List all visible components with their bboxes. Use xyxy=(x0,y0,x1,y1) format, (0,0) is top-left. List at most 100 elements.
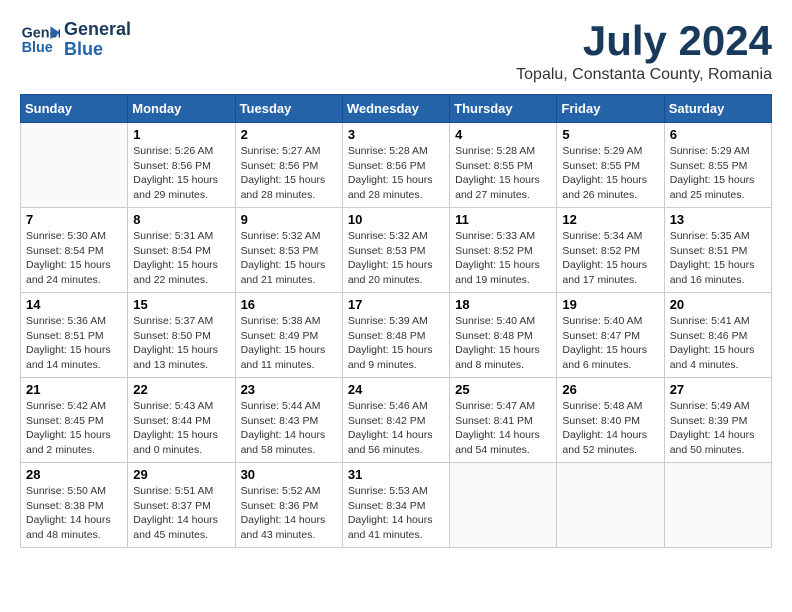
svg-text:Blue: Blue xyxy=(22,40,53,56)
calendar-cell: 31 Sunrise: 5:53 AMSunset: 8:34 PMDayligh… xyxy=(342,463,449,548)
week-row-4: 21 Sunrise: 5:42 AMSunset: 8:45 PMDayligh… xyxy=(21,378,772,463)
day-number: 16 xyxy=(241,297,337,312)
header-monday: Monday xyxy=(128,95,235,123)
day-info: Sunrise: 5:39 AMSunset: 8:48 PMDaylight:… xyxy=(348,314,444,373)
day-info: Sunrise: 5:32 AMSunset: 8:53 PMDaylight:… xyxy=(241,229,337,288)
calendar-cell: 13 Sunrise: 5:35 AMSunset: 8:51 PMDayligh… xyxy=(664,208,771,293)
calendar-cell: 16 Sunrise: 5:38 AMSunset: 8:49 PMDayligh… xyxy=(235,293,342,378)
day-info: Sunrise: 5:48 AMSunset: 8:40 PMDaylight:… xyxy=(562,399,658,458)
day-info: Sunrise: 5:43 AMSunset: 8:44 PMDaylight:… xyxy=(133,399,229,458)
calendar-header-row: SundayMondayTuesdayWednesdayThursdayFrid… xyxy=(21,95,772,123)
day-number: 26 xyxy=(562,382,658,397)
calendar-cell: 22 Sunrise: 5:43 AMSunset: 8:44 PMDayligh… xyxy=(128,378,235,463)
logo-line1: General xyxy=(64,20,131,40)
day-number: 8 xyxy=(133,212,229,227)
calendar-cell: 30Sunrise: 5:52 AMSunset: 8:36 PMDayligh… xyxy=(235,463,342,548)
day-number: 6 xyxy=(670,127,766,142)
calendar-cell: 2 Sunrise: 5:27 AMSunset: 8:56 PMDaylight… xyxy=(235,123,342,208)
day-number: 19 xyxy=(562,297,658,312)
day-number: 24 xyxy=(348,382,444,397)
calendar-cell: 14 Sunrise: 5:36 AMSunset: 8:51 PMDayligh… xyxy=(21,293,128,378)
day-info: Sunrise: 5:32 AMSunset: 8:53 PMDaylight:… xyxy=(348,229,444,288)
day-info: Sunrise: 5:28 AMSunset: 8:56 PMDaylight:… xyxy=(348,144,444,203)
calendar-cell: 19 Sunrise: 5:40 AMSunset: 8:47 PMDayligh… xyxy=(557,293,664,378)
header: General Blue General Blue July 2024 Topa… xyxy=(20,20,772,84)
day-number: 22 xyxy=(133,382,229,397)
day-number: 5 xyxy=(562,127,658,142)
calendar-cell: 7 Sunrise: 5:30 AMSunset: 8:54 PMDaylight… xyxy=(21,208,128,293)
day-number: 14 xyxy=(26,297,122,312)
calendar-cell xyxy=(450,463,557,548)
header-wednesday: Wednesday xyxy=(342,95,449,123)
month-year-title: July 2024 xyxy=(516,20,772,62)
day-info: Sunrise: 5:30 AMSunset: 8:54 PMDaylight:… xyxy=(26,229,122,288)
calendar-cell: 20Sunrise: 5:41 AMSunset: 8:46 PMDayligh… xyxy=(664,293,771,378)
day-info: Sunrise: 5:29 AMSunset: 8:55 PMDaylight:… xyxy=(562,144,658,203)
header-tuesday: Tuesday xyxy=(235,95,342,123)
day-info: Sunrise: 5:47 AMSunset: 8:41 PMDaylight:… xyxy=(455,399,551,458)
day-number: 17 xyxy=(348,297,444,312)
calendar-cell xyxy=(21,123,128,208)
logo-line2: Blue xyxy=(64,40,131,60)
day-number: 31 xyxy=(348,467,444,482)
calendar-cell: 28 Sunrise: 5:50 AMSunset: 8:38 PMDayligh… xyxy=(21,463,128,548)
week-row-2: 7 Sunrise: 5:30 AMSunset: 8:54 PMDaylight… xyxy=(21,208,772,293)
day-info: Sunrise: 5:40 AMSunset: 8:47 PMDaylight:… xyxy=(562,314,658,373)
week-row-1: 1Sunrise: 5:26 AMSunset: 8:56 PMDaylight… xyxy=(21,123,772,208)
day-info: Sunrise: 5:40 AMSunset: 8:48 PMDaylight:… xyxy=(455,314,551,373)
calendar-table: SundayMondayTuesdayWednesdayThursdayFrid… xyxy=(20,94,772,548)
day-info: Sunrise: 5:44 AMSunset: 8:43 PMDaylight:… xyxy=(241,399,337,458)
calendar-cell: 4Sunrise: 5:28 AMSunset: 8:55 PMDaylight… xyxy=(450,123,557,208)
logo: General Blue General Blue xyxy=(20,20,131,60)
day-number: 28 xyxy=(26,467,122,482)
day-info: Sunrise: 5:38 AMSunset: 8:49 PMDaylight:… xyxy=(241,314,337,373)
logo-icon: General Blue xyxy=(20,20,60,60)
day-number: 7 xyxy=(26,212,122,227)
calendar-cell: 5 Sunrise: 5:29 AMSunset: 8:55 PMDaylight… xyxy=(557,123,664,208)
calendar-cell: 6 Sunrise: 5:29 AMSunset: 8:55 PMDaylight… xyxy=(664,123,771,208)
day-info: Sunrise: 5:36 AMSunset: 8:51 PMDaylight:… xyxy=(26,314,122,373)
calendar-cell: 9 Sunrise: 5:32 AMSunset: 8:53 PMDaylight… xyxy=(235,208,342,293)
calendar-cell: 21 Sunrise: 5:42 AMSunset: 8:45 PMDayligh… xyxy=(21,378,128,463)
day-info: Sunrise: 5:34 AMSunset: 8:52 PMDaylight:… xyxy=(562,229,658,288)
day-info: Sunrise: 5:29 AMSunset: 8:55 PMDaylight:… xyxy=(670,144,766,203)
day-number: 9 xyxy=(241,212,337,227)
header-thursday: Thursday xyxy=(450,95,557,123)
calendar-cell: 23 Sunrise: 5:44 AMSunset: 8:43 PMDayligh… xyxy=(235,378,342,463)
calendar-cell: 18 Sunrise: 5:40 AMSunset: 8:48 PMDayligh… xyxy=(450,293,557,378)
day-number: 11 xyxy=(455,212,551,227)
location-label: Topalu, Constanta County, Romania xyxy=(516,66,772,84)
day-info: Sunrise: 5:35 AMSunset: 8:51 PMDaylight:… xyxy=(670,229,766,288)
calendar-cell: 12 Sunrise: 5:34 AMSunset: 8:52 PMDayligh… xyxy=(557,208,664,293)
day-number: 13 xyxy=(670,212,766,227)
calendar-cell: 3Sunrise: 5:28 AMSunset: 8:56 PMDaylight… xyxy=(342,123,449,208)
calendar-cell xyxy=(664,463,771,548)
day-number: 21 xyxy=(26,382,122,397)
day-number: 18 xyxy=(455,297,551,312)
calendar-cell: 26 Sunrise: 5:48 AMSunset: 8:40 PMDayligh… xyxy=(557,378,664,463)
calendar-cell: 11Sunrise: 5:33 AMSunset: 8:52 PMDayligh… xyxy=(450,208,557,293)
calendar-cell: 8 Sunrise: 5:31 AMSunset: 8:54 PMDaylight… xyxy=(128,208,235,293)
day-info: Sunrise: 5:41 AMSunset: 8:46 PMDaylight:… xyxy=(670,314,766,373)
day-number: 25 xyxy=(455,382,551,397)
header-saturday: Saturday xyxy=(664,95,771,123)
week-row-3: 14 Sunrise: 5:36 AMSunset: 8:51 PMDayligh… xyxy=(21,293,772,378)
day-info: Sunrise: 5:27 AMSunset: 8:56 PMDaylight:… xyxy=(241,144,337,203)
header-sunday: Sunday xyxy=(21,95,128,123)
day-info: Sunrise: 5:46 AMSunset: 8:42 PMDaylight:… xyxy=(348,399,444,458)
day-info: Sunrise: 5:49 AMSunset: 8:39 PMDaylight:… xyxy=(670,399,766,458)
calendar-cell: 17 Sunrise: 5:39 AMSunset: 8:48 PMDayligh… xyxy=(342,293,449,378)
calendar-cell xyxy=(557,463,664,548)
day-number: 12 xyxy=(562,212,658,227)
day-number: 15 xyxy=(133,297,229,312)
day-number: 4 xyxy=(455,127,551,142)
calendar-cell: 10Sunrise: 5:32 AMSunset: 8:53 PMDayligh… xyxy=(342,208,449,293)
week-row-5: 28 Sunrise: 5:50 AMSunset: 8:38 PMDayligh… xyxy=(21,463,772,548)
day-info: Sunrise: 5:53 AMSunset: 8:34 PMDaylight:… xyxy=(348,484,444,543)
day-number: 2 xyxy=(241,127,337,142)
day-info: Sunrise: 5:42 AMSunset: 8:45 PMDaylight:… xyxy=(26,399,122,458)
day-info: Sunrise: 5:31 AMSunset: 8:54 PMDaylight:… xyxy=(133,229,229,288)
day-info: Sunrise: 5:50 AMSunset: 8:38 PMDaylight:… xyxy=(26,484,122,543)
day-number: 23 xyxy=(241,382,337,397)
day-number: 30 xyxy=(241,467,337,482)
